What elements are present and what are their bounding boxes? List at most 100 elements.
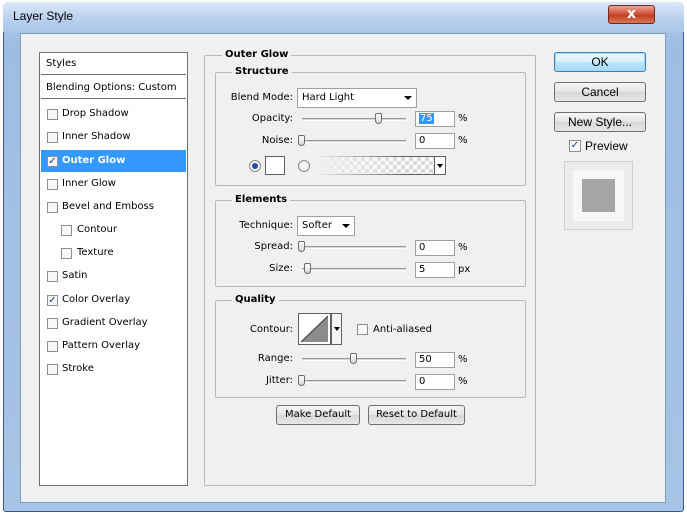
size-value: 5 [419, 264, 426, 275]
window-title: Layer Style [13, 9, 74, 23]
gradient-radio[interactable] [298, 160, 310, 172]
contour-preview[interactable] [298, 313, 331, 345]
anti-aliased-label: Anti-aliased [373, 324, 433, 335]
spread-input[interactable]: 0 [415, 240, 455, 256]
opacity-value: 75 [419, 113, 434, 124]
noise-input[interactable]: 0 [415, 133, 455, 149]
styles-header[interactable]: Styles [41, 53, 186, 75]
gradient-picker[interactable] [316, 156, 446, 175]
ok-button[interactable]: OK [554, 52, 646, 72]
jitter-value: 0 [419, 376, 426, 387]
style-item-contour[interactable]: Contour [41, 219, 186, 241]
blending-options-label: Blending Options: Custom [46, 82, 177, 93]
jitter-unit: % [458, 376, 468, 387]
gradient-dropdown[interactable] [434, 156, 446, 175]
style-item-label: Color Overlay [62, 294, 131, 305]
preview-checkbox[interactable]: ✓ [569, 140, 581, 152]
chevron-down-icon [334, 327, 340, 331]
contour-dropdown[interactable] [331, 313, 342, 345]
contour-label: Contour: [249, 324, 293, 335]
gradient-overlay-checkbox[interactable] [47, 318, 58, 329]
style-item-label: Texture [77, 247, 114, 258]
title-bar[interactable] [3, 2, 684, 32]
style-item-stroke[interactable]: Stroke [41, 358, 186, 380]
noise-slider-thumb[interactable] [298, 135, 305, 146]
close-button[interactable]: x [608, 5, 655, 24]
style-item-texture[interactable]: Texture [41, 242, 186, 264]
style-item-inner-shadow[interactable]: Inner Shadow [41, 126, 186, 148]
cancel-button[interactable]: Cancel [554, 82, 646, 102]
opacity-slider-track[interactable] [302, 118, 406, 121]
size-slider-track[interactable] [302, 268, 406, 271]
technique-label: Technique: [239, 220, 293, 231]
noise-slider-track[interactable] [302, 140, 406, 143]
style-item-drop-shadow[interactable]: Drop Shadow [41, 103, 186, 125]
solid-color-radio[interactable] [249, 160, 261, 172]
style-item-satin[interactable]: Satin [41, 265, 186, 287]
jitter-slider-track[interactable] [302, 380, 406, 383]
jitter-input[interactable]: 0 [415, 374, 455, 390]
blend-mode-select[interactable]: Hard Light [297, 88, 417, 108]
reset-to-default-button[interactable]: Reset to Default [368, 405, 465, 425]
glow-color-swatch[interactable] [265, 156, 285, 175]
style-item-color-overlay[interactable]: ✓ Color Overlay [41, 289, 186, 311]
range-input[interactable]: 50 [415, 352, 455, 368]
blend-mode-value: Hard Light [302, 92, 355, 103]
structure-title: Structure [232, 66, 292, 78]
new-style-button[interactable]: New Style... [554, 112, 646, 132]
style-item-label: Satin [62, 270, 88, 281]
preview-label: Preview [585, 139, 628, 153]
outer-glow-title: Outer Glow [222, 49, 292, 61]
spread-value: 0 [419, 242, 426, 253]
styles-list: Styles Blending Options: Custom Drop Sha… [39, 52, 188, 486]
blending-options-item[interactable]: Blending Options: Custom [41, 77, 186, 99]
noise-unit: % [458, 135, 468, 146]
range-value: 50 [419, 354, 432, 365]
size-slider-thumb[interactable] [304, 263, 311, 274]
satin-checkbox[interactable] [47, 271, 58, 282]
chevron-down-icon [404, 96, 412, 100]
style-item-label: Gradient Overlay [62, 317, 148, 328]
contour-checkbox[interactable] [61, 225, 72, 236]
outer-glow-checkbox[interactable]: ✓ [47, 156, 58, 167]
spread-slider-thumb[interactable] [298, 241, 305, 252]
inner-glow-checkbox[interactable] [47, 179, 58, 190]
opacity-input[interactable]: 75 [415, 111, 455, 127]
chevron-down-icon [437, 164, 443, 168]
size-input[interactable]: 5 [415, 262, 455, 278]
make-default-button[interactable]: Make Default [276, 405, 360, 425]
jitter-slider-thumb[interactable] [298, 375, 305, 386]
style-item-bevel-emboss[interactable]: Bevel and Emboss [41, 196, 186, 218]
styles-header-label: Styles [46, 58, 77, 69]
inner-shadow-checkbox[interactable] [47, 132, 58, 143]
color-overlay-checkbox[interactable]: ✓ [47, 295, 58, 306]
drop-shadow-checkbox[interactable] [47, 109, 58, 120]
style-item-gradient-overlay[interactable]: Gradient Overlay [41, 312, 186, 334]
blend-mode-label: Blend Mode: [230, 92, 293, 103]
opacity-slider-thumb[interactable] [375, 113, 382, 124]
preview-swatch [582, 179, 615, 212]
style-item-outer-glow[interactable]: ✓ Outer Glow [41, 150, 186, 172]
stroke-checkbox[interactable] [47, 364, 58, 375]
noise-value: 0 [419, 135, 426, 146]
range-label: Range: [257, 353, 293, 364]
opacity-unit: % [458, 113, 468, 124]
spread-label: Spread: [254, 241, 293, 252]
noise-label: Noise: [261, 135, 293, 146]
anti-aliased-checkbox[interactable] [357, 324, 368, 335]
range-slider-thumb[interactable] [350, 353, 357, 364]
spread-slider-track[interactable] [302, 246, 406, 249]
opacity-label: Opacity: [251, 113, 293, 124]
technique-value: Softer [302, 220, 332, 231]
style-item-label: Inner Glow [62, 178, 116, 189]
close-icon: x [626, 6, 637, 22]
style-item-pattern-overlay[interactable]: Pattern Overlay [41, 335, 186, 357]
style-item-label: Stroke [62, 363, 94, 374]
bevel-emboss-checkbox[interactable] [47, 202, 58, 213]
texture-checkbox[interactable] [61, 248, 72, 259]
pattern-overlay-checkbox[interactable] [47, 341, 58, 352]
style-item-inner-glow[interactable]: Inner Glow [41, 173, 186, 195]
preview-thumbnail [564, 161, 633, 230]
technique-select[interactable]: Softer [297, 216, 355, 236]
elements-title: Elements [232, 194, 291, 206]
